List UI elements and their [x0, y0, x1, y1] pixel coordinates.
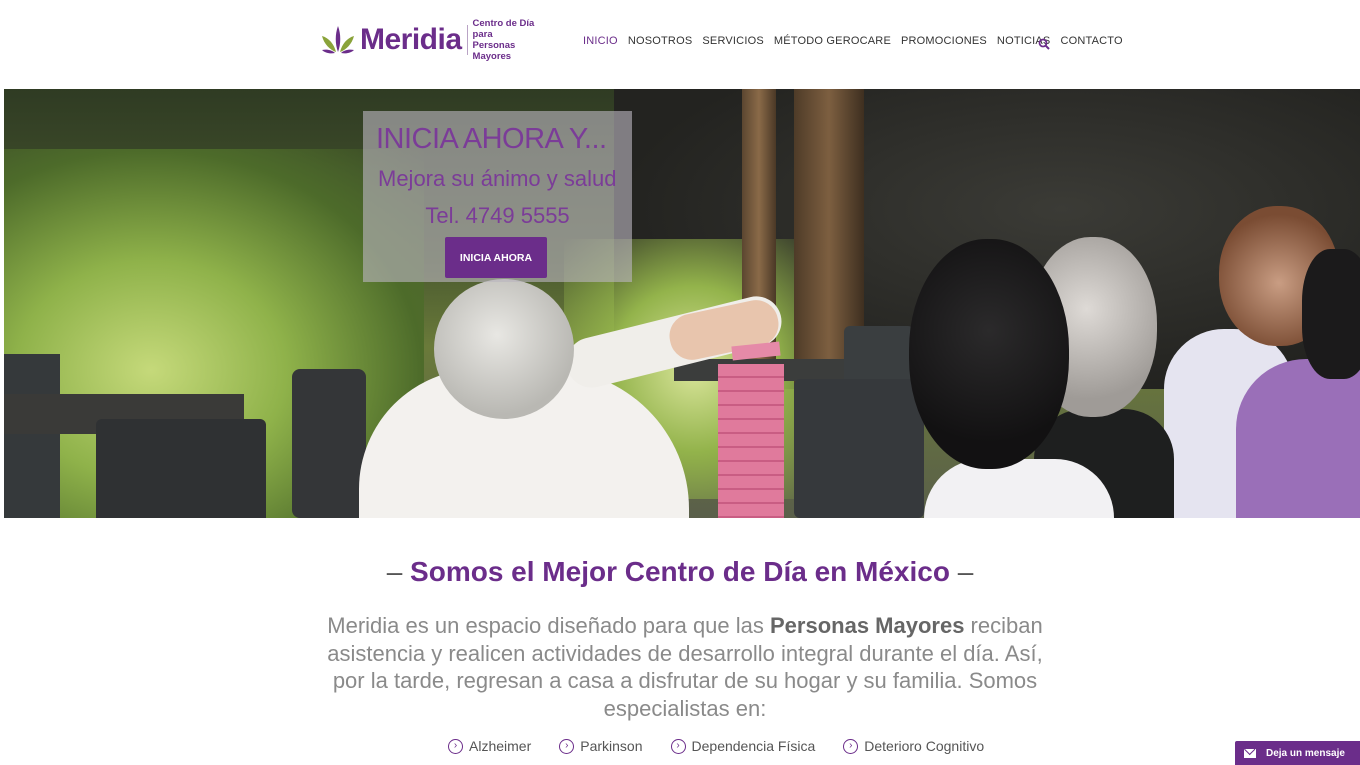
logo-tagline: Centro de Día para Personas Mayores [473, 18, 553, 62]
intro-heading: – Somos el Mejor Centro de Día en México… [0, 556, 1360, 588]
logo-wordmark: Meridia [360, 23, 462, 56]
logo-tagline-line1: Centro de Día para [472, 18, 535, 40]
leave-message-button[interactable]: Deja un mensaje [1235, 741, 1360, 765]
chevron-right-icon: › [843, 738, 859, 754]
nav-item-servicios[interactable]: SERVICIOS [702, 35, 764, 47]
chevron-right-icon: › [559, 738, 575, 754]
hero-banner [4, 89, 1360, 518]
intro-heading-text: Somos el Mejor Centro de Día en México [410, 556, 950, 587]
hero-photo-chair [794, 379, 924, 518]
heading-dash-right: – [957, 556, 974, 587]
chevron-right-icon: › [670, 738, 686, 754]
intro-paragraph: Meridia es un espacio diseñado para que … [310, 612, 1060, 722]
specialty-label: Alzheimer [469, 738, 532, 754]
hero-photo-chair [4, 354, 60, 518]
specialty-label: Dependencia Física [691, 738, 816, 754]
nav-item-nosotros[interactable]: NOSOTROS [628, 35, 693, 47]
search-icon[interactable] [1038, 37, 1050, 50]
site-header: Meridia Centro de Día para Personas Mayo… [0, 0, 1360, 88]
nav-item-inicio[interactable]: INICIO [583, 35, 618, 47]
logo-divider [466, 25, 468, 55]
hero-subtitle: Mejora su ánimo y salud [378, 166, 617, 191]
envelope-icon [1244, 748, 1256, 758]
hero-photo-head [434, 279, 574, 419]
hero-photo-head [909, 239, 1069, 469]
hero-phone: Tel. 4749 5555 [425, 203, 570, 228]
nav-item-promociones[interactable]: PROMOCIONES [901, 35, 987, 47]
main-nav: INICIO NOSOTROS SERVICIOS MÉTODO GEROCAR… [583, 35, 1133, 47]
intro-text-bold: Personas Mayores [770, 613, 965, 638]
specialty-label: Parkinson [580, 738, 643, 754]
specialties-list: › Alzheimer › Parkinson › Dependencia Fí… [448, 738, 1012, 754]
hero-photo-block-tower [718, 364, 784, 518]
specialty-parkinson[interactable]: › Parkinson [559, 738, 643, 754]
hero-photo-person [1236, 359, 1360, 518]
chevron-right-icon: › [448, 738, 463, 754]
specialty-deterioro-cognitivo[interactable]: › Deterioro Cognitivo [843, 738, 984, 754]
hero-photo-head [1302, 249, 1360, 379]
inicia-ahora-button[interactable]: INICIA AHORA [445, 237, 547, 278]
hero-photo-person [924, 459, 1114, 518]
hero-photo-chair [96, 419, 266, 518]
hero-title: INICIA AHORA Y... [376, 123, 607, 155]
heading-dash-left: – [386, 556, 403, 587]
nav-item-contacto[interactable]: CONTACTO [1060, 35, 1122, 47]
specialty-dependencia-fisica[interactable]: › Dependencia Física [670, 738, 816, 754]
hero-photo-chair [292, 369, 366, 518]
specialty-label: Deterioro Cognitivo [864, 738, 985, 754]
intro-text-start: Meridia es un espacio diseñado para que … [327, 613, 770, 638]
leave-message-label: Deja un mensaje [1266, 747, 1345, 759]
leaf-logo-icon [320, 22, 356, 58]
specialty-alzheimer[interactable]: › Alzheimer [448, 738, 531, 754]
nav-item-metodo-gerocare[interactable]: MÉTODO GEROCARE [774, 35, 891, 47]
logo-tagline-line2: Personas Mayores [472, 40, 516, 62]
logo[interactable]: Meridia Centro de Día para Personas Mayo… [320, 18, 553, 62]
